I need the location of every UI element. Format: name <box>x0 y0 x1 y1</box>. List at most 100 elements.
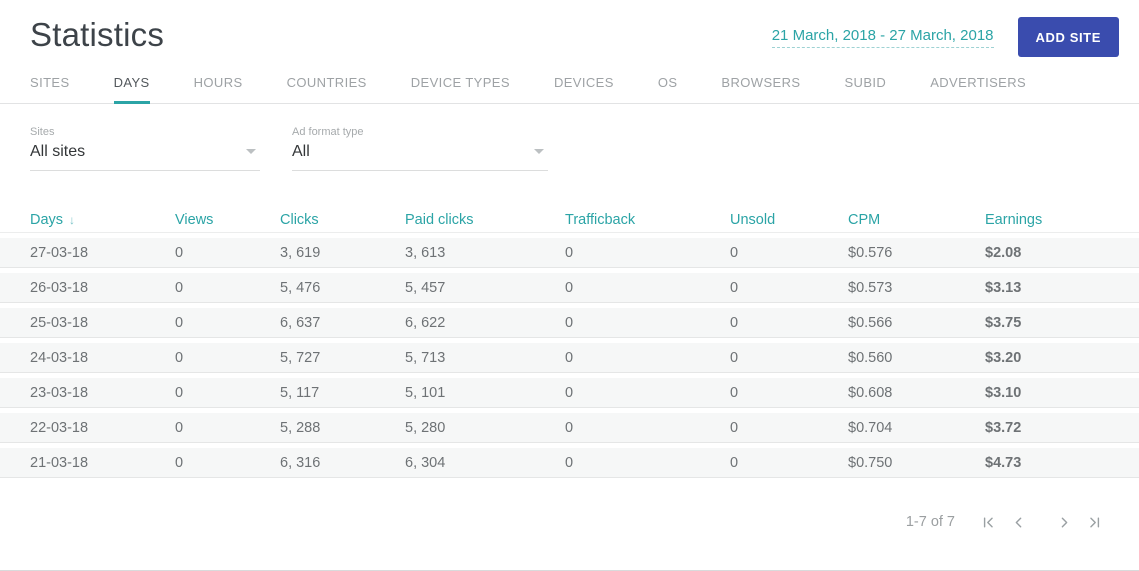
paid-clicks-cell: 5, 101 <box>405 378 565 408</box>
page-title: Statistics <box>30 16 164 54</box>
table-row: 24-03-1805, 7275, 71300$0.560$3.20 <box>0 343 1139 373</box>
statistics-page: { "page": { "title": "Statistics", "date… <box>0 0 1139 571</box>
stats-table: Days↓ViewsClicksPaid clicksTrafficbackUn… <box>0 202 1139 483</box>
header-right: 21 March, 2018 - 27 March, 2018 ADD SITE <box>772 17 1119 57</box>
views-cell: 0 <box>175 238 280 268</box>
paid-clicks-cell: 5, 280 <box>405 413 565 443</box>
ad-format-filter-select[interactable]: Ad format type All <box>292 126 548 171</box>
cpm-cell: $0.750 <box>848 448 985 478</box>
paid-clicks-cell: 5, 457 <box>405 273 565 303</box>
views-cell: 0 <box>175 308 280 338</box>
column-header-earnings[interactable]: Earnings <box>985 207 1139 233</box>
views-cell: 0 <box>175 448 280 478</box>
views-cell: 0 <box>175 343 280 373</box>
trafficback-cell: 0 <box>565 413 730 443</box>
cpm-cell: $0.566 <box>848 308 985 338</box>
cpm-cell: $0.576 <box>848 238 985 268</box>
tab-countries[interactable]: COUNTRIES <box>287 75 367 103</box>
day-cell[interactable]: 21-03-18 <box>0 448 175 478</box>
tab-advertisers[interactable]: ADVERTISERS <box>930 75 1026 103</box>
page-header: Statistics 21 March, 2018 - 27 March, 20… <box>0 0 1139 57</box>
clicks-cell: 5, 288 <box>280 413 405 443</box>
column-header-days[interactable]: Days↓ <box>0 207 175 233</box>
pagination-range-label: 1-7 of 7 <box>906 514 955 530</box>
ad-format-filter-label: Ad format type <box>292 126 548 138</box>
table-row: 21-03-1806, 3166, 30400$0.750$4.73 <box>0 448 1139 478</box>
day-cell[interactable]: 23-03-18 <box>0 378 175 408</box>
earnings-cell: $3.72 <box>985 413 1139 443</box>
earnings-cell: $3.20 <box>985 343 1139 373</box>
clicks-cell: 5, 117 <box>280 378 405 408</box>
tab-device-types[interactable]: DEVICE TYPES <box>411 75 510 103</box>
paid-clicks-cell: 6, 622 <box>405 308 565 338</box>
day-cell[interactable]: 22-03-18 <box>0 413 175 443</box>
date-range-link[interactable]: 21 March, 2018 - 27 March, 2018 <box>772 27 994 48</box>
paid-clicks-cell: 5, 713 <box>405 343 565 373</box>
trafficback-cell: 0 <box>565 343 730 373</box>
earnings-cell: $2.08 <box>985 238 1139 268</box>
table-row: 27-03-1803, 6193, 61300$0.576$2.08 <box>0 238 1139 268</box>
table-row: 26-03-1805, 4765, 45700$0.573$3.13 <box>0 273 1139 303</box>
sort-desc-icon: ↓ <box>69 213 75 227</box>
unsold-cell: 0 <box>730 238 848 268</box>
add-site-button[interactable]: ADD SITE <box>1018 17 1119 57</box>
last-page-icon[interactable] <box>1083 511 1105 533</box>
earnings-cell: $4.73 <box>985 448 1139 478</box>
table-row: 25-03-1806, 6376, 62200$0.566$3.75 <box>0 308 1139 338</box>
day-cell[interactable]: 24-03-18 <box>0 343 175 373</box>
column-header-views[interactable]: Views <box>175 207 280 233</box>
unsold-cell: 0 <box>730 448 848 478</box>
clicks-cell: 6, 316 <box>280 448 405 478</box>
first-page-icon[interactable] <box>977 511 999 533</box>
unsold-cell: 0 <box>730 273 848 303</box>
ad-format-filter-value: All <box>292 143 548 161</box>
column-header-paid-clicks[interactable]: Paid clicks <box>405 207 565 233</box>
tab-subid[interactable]: SUBID <box>844 75 886 103</box>
earnings-cell: $3.13 <box>985 273 1139 303</box>
trafficback-cell: 0 <box>565 273 730 303</box>
earnings-cell: $3.10 <box>985 378 1139 408</box>
trafficback-cell: 0 <box>565 378 730 408</box>
tab-devices[interactable]: DEVICES <box>554 75 614 103</box>
cpm-cell: $0.560 <box>848 343 985 373</box>
column-header-clicks[interactable]: Clicks <box>280 207 405 233</box>
paid-clicks-cell: 3, 613 <box>405 238 565 268</box>
table-header-row: Days↓ViewsClicksPaid clicksTrafficbackUn… <box>0 207 1139 233</box>
paid-clicks-cell: 6, 304 <box>405 448 565 478</box>
unsold-cell: 0 <box>730 308 848 338</box>
tab-browsers[interactable]: BROWSERS <box>721 75 800 103</box>
cpm-cell: $0.608 <box>848 378 985 408</box>
trafficback-cell: 0 <box>565 238 730 268</box>
pagination: 1-7 of 7 <box>0 511 1139 533</box>
tab-os[interactable]: OS <box>658 75 678 103</box>
cpm-cell: $0.573 <box>848 273 985 303</box>
table-row: 23-03-1805, 1175, 10100$0.608$3.10 <box>0 378 1139 408</box>
clicks-cell: 3, 619 <box>280 238 405 268</box>
day-cell[interactable]: 27-03-18 <box>0 238 175 268</box>
clicks-cell: 5, 727 <box>280 343 405 373</box>
table-body: 27-03-1803, 6193, 61300$0.576$2.0826-03-… <box>0 238 1139 478</box>
views-cell: 0 <box>175 378 280 408</box>
day-cell[interactable]: 26-03-18 <box>0 273 175 303</box>
unsold-cell: 0 <box>730 413 848 443</box>
trafficback-cell: 0 <box>565 448 730 478</box>
next-page-icon[interactable] <box>1053 511 1075 533</box>
clicks-cell: 6, 637 <box>280 308 405 338</box>
table-row: 22-03-1805, 2885, 28000$0.704$3.72 <box>0 413 1139 443</box>
cpm-cell: $0.704 <box>848 413 985 443</box>
day-cell[interactable]: 25-03-18 <box>0 308 175 338</box>
sites-filter-value: All sites <box>30 143 260 161</box>
unsold-cell: 0 <box>730 343 848 373</box>
sites-filter-select[interactable]: Sites All sites <box>30 126 260 171</box>
column-header-trafficback[interactable]: Trafficback <box>565 207 730 233</box>
sites-filter-label: Sites <box>30 126 260 138</box>
filters: Sites All sites Ad format type All <box>0 104 1139 171</box>
tab-bar: SITES DAYS HOURS COUNTRIES DEVICE TYPES DEVIC… <box>0 75 1139 104</box>
tab-hours[interactable]: HOURS <box>194 75 243 103</box>
column-header-cpm[interactable]: CPM <box>848 207 985 233</box>
prev-page-icon[interactable] <box>1007 511 1029 533</box>
tab-sites[interactable]: SITES <box>30 75 70 103</box>
tab-days[interactable]: DAYS <box>114 75 150 103</box>
column-header-unsold[interactable]: Unsold <box>730 207 848 233</box>
dropdown-arrow-icon <box>246 149 256 154</box>
